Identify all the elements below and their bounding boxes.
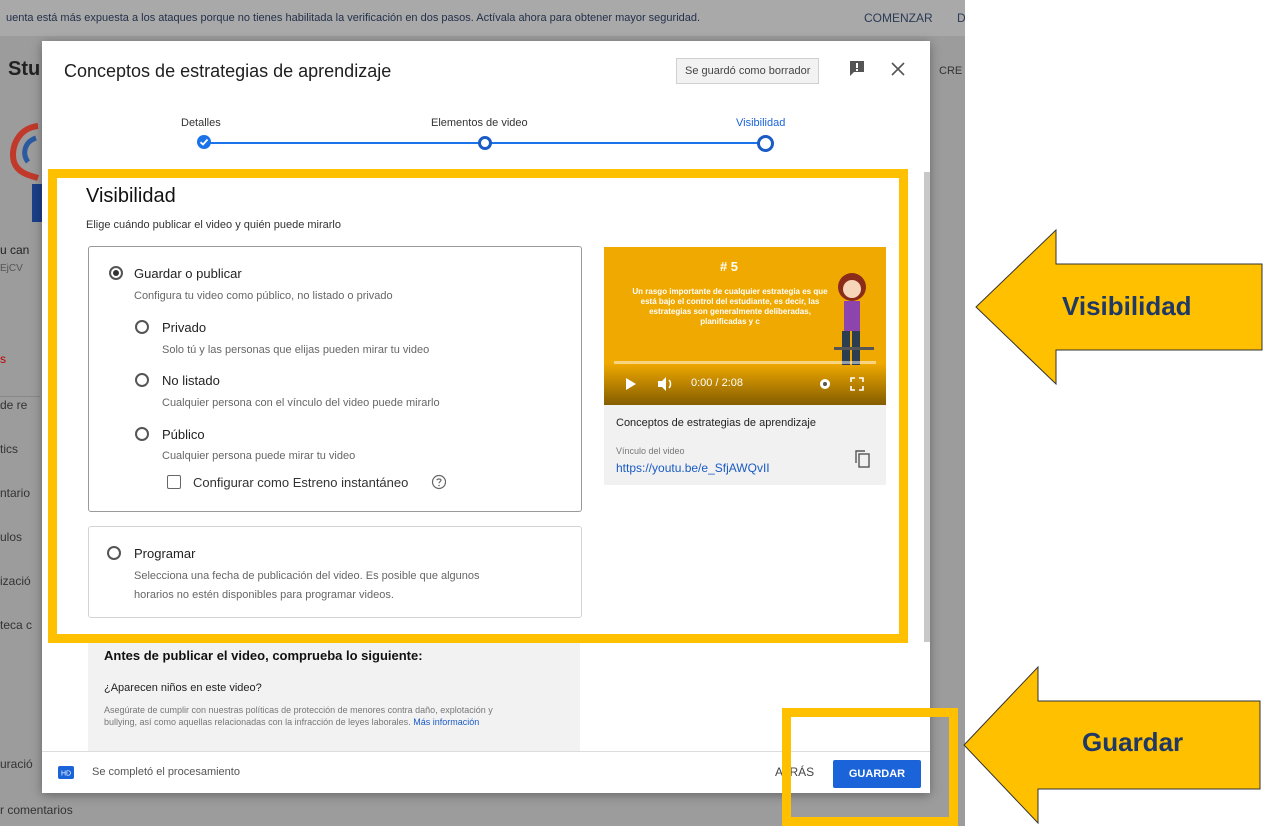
draft-status-badge: Se guardó como borrador [676,58,820,84]
dialog-title: Conceptos de estrategias de aprendizaje [64,61,392,81]
sidebar-item-fragment[interactable]: ntario [0,486,30,500]
checklist-body: Asegúrate de cumplir con nuestras políti… [104,704,524,728]
banner-message: uenta está más expuesta a los ataques po… [6,12,701,24]
step-visibility-label[interactable]: Visibilidad [736,117,785,129]
sidebar-item-fragment[interactable]: teca c [0,618,32,632]
close-icon[interactable] [888,59,908,79]
channel-avatar-icon [10,123,42,222]
checklist-question: ¿Aparecen niños en este video? [104,682,262,694]
studio-logo-text: Stu [8,58,41,80]
banner-overflow-text: D [957,11,965,25]
step-details-check-icon[interactable] [197,135,211,149]
visibility-highlight-box [48,169,908,643]
visibility-callout-label: Visibilidad [1062,291,1192,321]
sidebar-item-fragment[interactable]: uració [0,757,33,771]
save-callout-label: Guardar [1082,727,1184,757]
sidebar-item-fragment[interactable]: r comentarios [0,803,73,817]
step-details-label[interactable]: Detalles [181,117,221,129]
sidebar-item-fragment[interactable]: ulos [0,530,22,544]
more-info-link[interactable]: Más información [413,717,479,727]
dialog-scrollbar[interactable] [924,172,930,642]
step-elements-label[interactable]: Elementos de video [431,117,528,129]
save-highlight-box [782,708,958,826]
step-elements-dot[interactable] [478,136,492,150]
sidebar-item-fragment[interactable]: s [0,352,6,366]
comenzar-link[interactable]: COMENZAR [864,0,933,36]
sidebar-item-fragment[interactable]: izació [0,574,31,588]
channel-id-fragment: EjCV [0,263,23,274]
processing-status: Se completó el procesamiento [92,766,240,778]
channel-name-fragment: u can [0,243,30,257]
pre-publish-checklist: Antes de publicar el video, comprueba lo… [88,636,580,751]
feedback-icon[interactable] [848,59,866,77]
checklist-title: Antes de publicar el video, comprueba lo… [104,648,423,663]
hd-icon: HD [58,766,74,779]
create-button-fragment[interactable]: CRE [939,65,962,77]
sidebar-item-fragment[interactable]: tics [0,442,18,456]
svg-text:HD: HD [61,771,71,778]
sidebar-item-fragment[interactable]: de re [0,398,27,412]
sidebar-divider [0,396,40,397]
step-visibility-dot[interactable] [757,135,774,152]
security-banner: uenta está más expuesta a los ataques po… [0,0,965,36]
